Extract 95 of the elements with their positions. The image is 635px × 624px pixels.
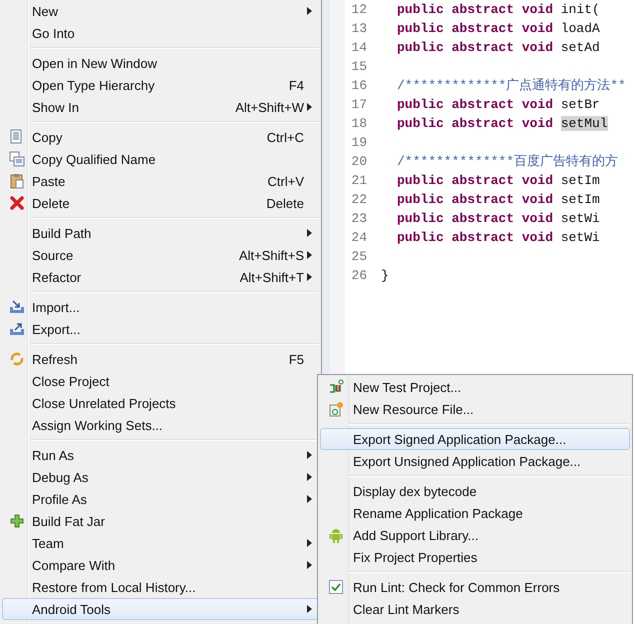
line-number: 24 <box>350 229 367 247</box>
menu-item[interactable]: Export... <box>2 318 319 340</box>
menu-item[interactable]: Profile As <box>2 488 319 510</box>
code-text: setAd <box>560 40 600 55</box>
highlighted-code-text: setMul <box>560 116 608 131</box>
submenu-arrow-icon <box>307 7 312 15</box>
refresh-icon <box>8 351 24 367</box>
line-number: 15 <box>350 58 367 76</box>
delete-icon <box>8 195 24 211</box>
submenu-arrow-icon <box>307 229 312 237</box>
line-number: 23 <box>350 210 367 228</box>
menu-item[interactable]: Paste Ctrl+V <box>2 170 319 192</box>
code-text: setIm <box>560 192 600 207</box>
menu-item[interactable]: Close Project <box>2 370 319 392</box>
checkbox-icon <box>328 579 344 595</box>
menu-item[interactable]: Go Into <box>2 22 319 44</box>
code-text: setWi <box>560 211 600 226</box>
import-icon <box>8 299 24 315</box>
line-number: 14 <box>350 39 367 57</box>
code-keyword: public abstract void <box>397 230 554 245</box>
menu-item[interactable]: Clear Lint Markers <box>320 598 630 620</box>
code-keyword: public abstract void <box>397 21 554 36</box>
menu-item[interactable]: Copy Qualified Name <box>2 148 319 170</box>
line-number: 13 <box>350 20 367 38</box>
menu-item[interactable]: New Test Project... <box>320 376 630 398</box>
line-number: 18 <box>350 115 367 133</box>
menu-item[interactable]: Export Unsigned Application Package... <box>320 450 630 472</box>
menu-item[interactable]: Restore from Local History... <box>2 576 319 598</box>
menu-item[interactable]: Compare With <box>2 554 319 576</box>
menu-item[interactable]: Source Alt+Shift+S <box>2 244 319 266</box>
line-number: 26 <box>350 267 367 285</box>
android-icon <box>328 527 344 543</box>
code-text: setIm <box>560 173 600 188</box>
submenu-arrow-icon <box>307 273 312 281</box>
line-number: 25 <box>350 248 367 266</box>
menu-item[interactable]: Display dex bytecode <box>320 480 630 502</box>
menu-item[interactable]: Add Support Library... <box>320 524 630 546</box>
menu-item[interactable]: Rename Application Package <box>320 502 630 524</box>
copy-icon <box>8 151 24 167</box>
submenu-arrow-icon <box>307 495 312 503</box>
code-text: loadA <box>560 21 600 36</box>
line-number: 17 <box>350 96 367 114</box>
menu-item[interactable]: Fix Project Properties <box>320 546 630 568</box>
submenu-arrow-icon <box>307 103 312 111</box>
menu-item[interactable]: Android Tools <box>2 598 319 620</box>
menu-item[interactable]: Open Type Hierarchy F4 <box>2 74 319 96</box>
submenu-arrow-icon <box>307 451 312 459</box>
menu-item[interactable]: Export Signed Application Package... <box>320 428 630 450</box>
line-number: 21 <box>350 172 367 190</box>
menu-item[interactable]: Import... <box>2 296 319 318</box>
code-text: setBr <box>560 97 600 112</box>
line-number: 16 <box>350 77 367 95</box>
menu-item[interactable]: New Resource File... <box>320 398 630 420</box>
code-comment: /*************广点通特有的方法** <box>397 78 626 93</box>
menu-item[interactable]: Refactor Alt+Shift+T <box>2 266 319 288</box>
menu-item[interactable]: Run Lint: Check for Common Errors <box>320 576 630 598</box>
code-text: } <box>381 268 389 283</box>
code-keyword: public abstract void <box>397 211 554 226</box>
menu-item[interactable]: Build Path <box>2 222 319 244</box>
export-icon <box>8 321 24 337</box>
menu-item[interactable]: Team <box>2 532 319 554</box>
code-keyword: public abstract void <box>397 2 554 17</box>
line-number: 12 <box>350 1 367 19</box>
code-keyword: public abstract void <box>397 97 554 112</box>
line-number: 22 <box>350 191 367 209</box>
submenu-arrow-icon <box>307 605 312 613</box>
menu-item[interactable]: Build Fat Jar <box>2 510 319 532</box>
code-comment: /**************百度广告特有的方 <box>397 154 618 169</box>
menu-item[interactable]: Close Unrelated Projects <box>2 392 319 414</box>
menu-item[interactable]: Delete Delete <box>2 192 319 214</box>
line-number: 19 <box>350 134 367 152</box>
submenu-arrow-icon <box>307 561 312 569</box>
menu-item[interactable]: Run As <box>2 444 319 466</box>
code-keyword: public abstract void <box>397 116 554 131</box>
menu-item[interactable]: Refresh F5 <box>2 348 319 370</box>
code-keyword: public abstract void <box>397 192 554 207</box>
menu-item[interactable]: New <box>2 0 319 22</box>
submenu-arrow-icon <box>307 473 312 481</box>
submenu-arrow-icon <box>307 539 312 547</box>
menu-item[interactable]: Assign Working Sets... <box>2 414 319 436</box>
code-text: setWi <box>560 230 600 245</box>
junit-icon <box>328 379 344 395</box>
plus-icon <box>8 513 24 529</box>
menu-item[interactable]: Debug As <box>2 466 319 488</box>
code-text: init( <box>560 2 600 17</box>
clipboard-icon <box>8 173 24 189</box>
menu-item[interactable]: Open in New Window <box>2 52 319 74</box>
line-number: 20 <box>350 153 367 171</box>
menu-item[interactable]: Show In Alt+Shift+W <box>2 96 319 118</box>
code-keyword: public abstract void <box>397 40 554 55</box>
file-add-icon <box>328 401 344 417</box>
submenu-arrow-icon <box>307 251 312 259</box>
code-keyword: public abstract void <box>397 173 554 188</box>
copy-icon <box>8 129 24 145</box>
menu-item[interactable]: Copy Ctrl+C <box>2 126 319 148</box>
